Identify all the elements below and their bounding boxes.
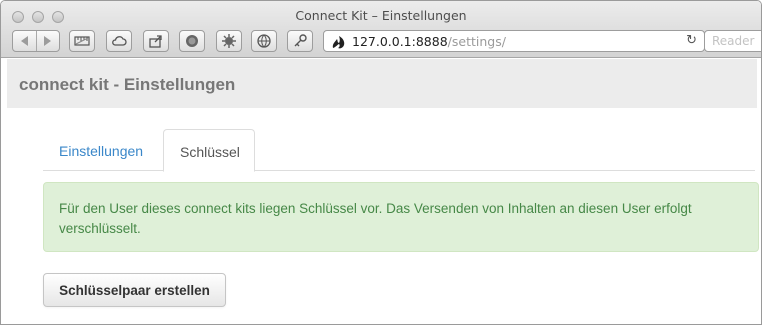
url-host: 127.0.0.1:8888 bbox=[352, 33, 448, 49]
forward-arrow-icon bbox=[44, 36, 52, 46]
window-title: Connect Kit – Einstellungen bbox=[295, 8, 467, 23]
url-path: /settings/ bbox=[447, 33, 506, 49]
cloud-extension-button[interactable] bbox=[106, 30, 132, 52]
tab-einstellungen[interactable]: Einstellungen bbox=[43, 129, 159, 171]
globe-icon bbox=[257, 34, 271, 48]
ruler-icon bbox=[74, 36, 90, 46]
create-keypair-button[interactable]: Schlüsselpaar erstellen bbox=[43, 273, 226, 307]
browser-chrome: Connect Kit – Einstellungen 127.0.0.1:88… bbox=[1, 1, 761, 58]
success-alert: Für den User dieses connect kits liegen … bbox=[43, 182, 759, 252]
tab-bar: Einstellungen Schlüssel bbox=[43, 129, 755, 172]
circle-extension-button[interactable] bbox=[179, 30, 205, 52]
back-forward-group bbox=[12, 30, 60, 52]
site-favicon-icon bbox=[332, 36, 345, 49]
reader-button[interactable]: Reader bbox=[704, 30, 761, 52]
globe-extension-button[interactable] bbox=[251, 30, 277, 52]
ruler-extension-button[interactable] bbox=[69, 30, 95, 52]
bug-extension-button[interactable] bbox=[216, 30, 242, 52]
gear-bug-icon bbox=[222, 34, 236, 48]
back-arrow-icon bbox=[20, 36, 28, 46]
back-button[interactable] bbox=[13, 31, 36, 51]
forward-button[interactable] bbox=[37, 31, 60, 51]
browser-window: Connect Kit – Einstellungen 127.0.0.1:88… bbox=[0, 0, 762, 325]
share-icon bbox=[149, 35, 162, 48]
brand-title[interactable]: connect kit - Einstellungen bbox=[19, 75, 235, 95]
page-header: connect kit - Einstellungen bbox=[7, 59, 757, 108]
reload-icon[interactable]: ↻ bbox=[686, 33, 697, 48]
cloud-icon bbox=[112, 36, 127, 46]
address-bar[interactable]: 127.0.0.1:8888/settings/ ↻ bbox=[323, 30, 705, 52]
key-icon bbox=[294, 34, 307, 47]
key-extension-button[interactable] bbox=[287, 30, 313, 52]
circle-icon bbox=[186, 35, 198, 47]
tab-schluessel[interactable]: Schlüssel bbox=[163, 129, 255, 172]
share-extension-button[interactable] bbox=[143, 30, 169, 52]
